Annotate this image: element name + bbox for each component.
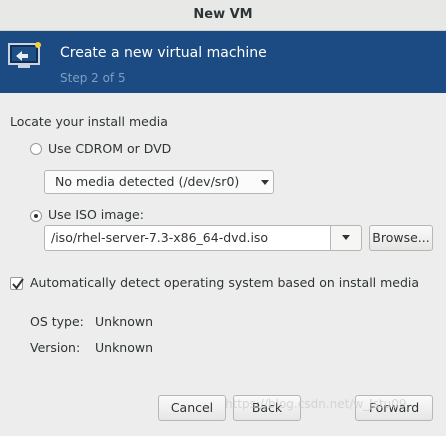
chevron-down-icon bbox=[261, 180, 269, 185]
wizard-banner: Create a new virtual machine Step 2 of 5 bbox=[0, 31, 446, 93]
wizard-step-indicator: Step 2 of 5 bbox=[60, 71, 126, 85]
new-vm-monitor-icon bbox=[8, 41, 42, 71]
watermark-text: https://blog.csdn.net/w_Jstu09 bbox=[225, 397, 407, 411]
cdrom-device-combo[interactable]: No media detected (/dev/sr0) bbox=[44, 170, 274, 194]
iso-radio[interactable] bbox=[30, 210, 42, 222]
checkmark-icon bbox=[12, 278, 24, 290]
iso-radio-label[interactable]: Use ISO image: bbox=[48, 207, 144, 222]
window-titlebar[interactable]: New VM bbox=[0, 0, 446, 31]
os-type-label: OS type: bbox=[30, 314, 84, 329]
wizard-heading: Create a new virtual machine bbox=[60, 45, 267, 61]
chevron-down-icon bbox=[342, 235, 350, 240]
cdrom-device-value: No media detected (/dev/sr0) bbox=[55, 174, 240, 189]
os-version-label: Version: bbox=[30, 340, 81, 355]
cdrom-radio-label[interactable]: Use CDROM or DVD bbox=[48, 141, 171, 156]
install-media-heading: Locate your install media bbox=[10, 114, 168, 129]
auto-detect-checkbox[interactable] bbox=[10, 277, 24, 290]
window-title: New VM bbox=[193, 7, 253, 22]
cdrom-radio[interactable] bbox=[30, 143, 42, 155]
browse-button[interactable]: Browse... bbox=[369, 225, 433, 251]
os-version-value: Unknown bbox=[95, 340, 154, 355]
auto-detect-label[interactable]: Automatically detect operating system ba… bbox=[30, 275, 419, 290]
iso-history-dropdown-button[interactable] bbox=[330, 225, 362, 251]
os-type-value: Unknown bbox=[95, 314, 154, 329]
cancel-button[interactable]: Cancel bbox=[158, 395, 226, 421]
iso-path-value: /iso/rhel-server-7.3-x86_64-dvd.iso bbox=[51, 230, 269, 245]
iso-path-input[interactable]: /iso/rhel-server-7.3-x86_64-dvd.iso bbox=[44, 225, 331, 251]
